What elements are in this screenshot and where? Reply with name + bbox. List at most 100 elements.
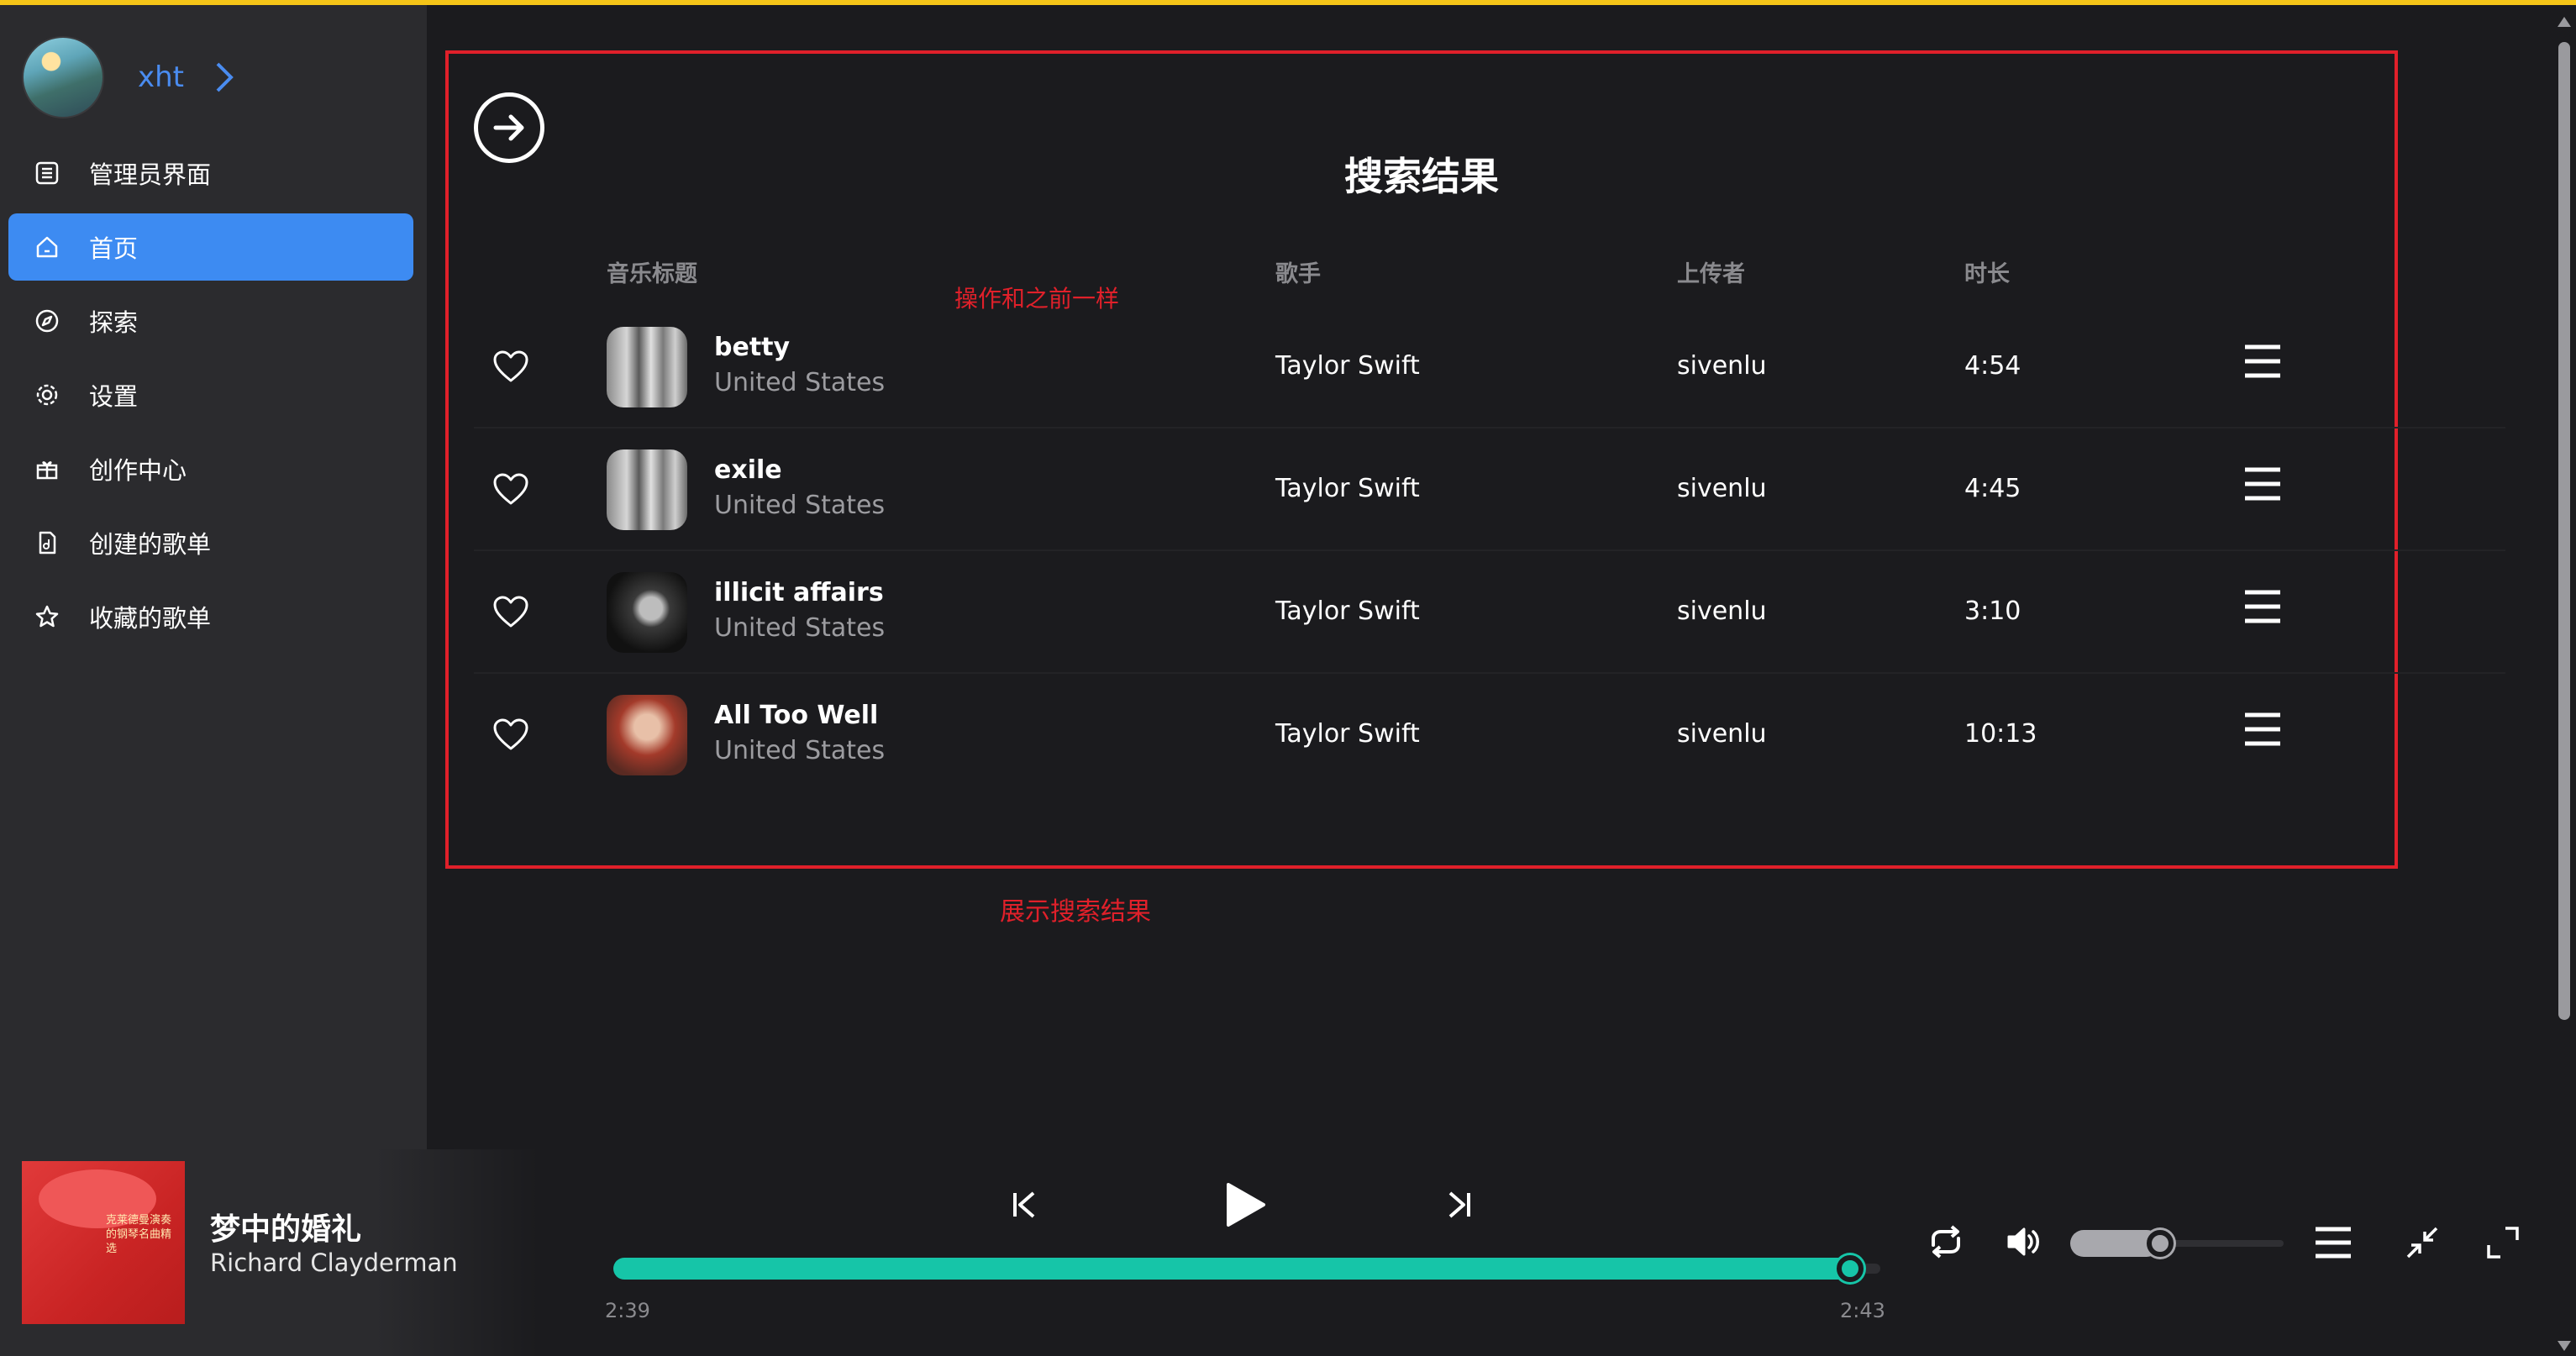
album-cover <box>607 695 687 775</box>
elapsed-time: 2:39 <box>605 1299 650 1322</box>
sidebar-item-label: 收藏的歌单 <box>89 604 212 633</box>
heart-icon[interactable] <box>492 595 529 628</box>
song-uploader: sivenlu <box>1677 474 1767 503</box>
gift-icon <box>34 455 60 482</box>
avatar[interactable] <box>22 36 104 118</box>
song-title[interactable]: exile <box>714 455 782 485</box>
song-title[interactable]: betty <box>714 333 790 362</box>
sidebar-item-label: 创作中心 <box>89 456 187 485</box>
song-duration: 4:45 <box>1964 474 2021 503</box>
menu-icon[interactable] <box>2243 343 2282 380</box>
song-artist[interactable]: Taylor Swift <box>1275 351 1420 381</box>
sidebar-item-label: 探索 <box>89 308 139 337</box>
table-row[interactable]: exile United States Taylor Swift sivenlu… <box>474 428 2505 551</box>
sidebar-item-label: 设置 <box>89 382 139 411</box>
sidebar-item-admin[interactable]: 管理员界面 <box>8 139 413 207</box>
progress-bar[interactable] <box>613 1255 1880 1282</box>
collapse-icon <box>2406 1227 2438 1259</box>
gear-icon <box>34 381 60 408</box>
page-scrollbar[interactable] <box>2552 5 2576 1356</box>
song-uploader: sivenlu <box>1677 351 1767 381</box>
volume-button[interactable] <box>2003 1220 2047 1264</box>
volume-slider[interactable] <box>2070 1230 2284 1257</box>
song-uploader: sivenlu <box>1677 719 1767 749</box>
repeat-button[interactable] <box>1924 1220 1968 1264</box>
compass-icon <box>34 307 60 334</box>
skip-next-icon <box>1448 1191 1470 1218</box>
minimize-player-button[interactable] <box>2401 1222 2443 1264</box>
song-region: United States <box>714 491 886 520</box>
volume-handle[interactable] <box>2146 1230 2174 1257</box>
document-icon <box>34 529 60 556</box>
column-header-artist[interactable]: 歌手 <box>1275 255 1321 288</box>
scroll-down-arrow[interactable] <box>2558 1341 2571 1351</box>
column-header-uploader[interactable]: 上传者 <box>1677 255 1745 288</box>
expand-icon <box>2487 1227 2519 1259</box>
song-title[interactable]: All Too Well <box>714 701 878 730</box>
sidebar-item-label: 首页 <box>89 234 139 263</box>
user-profile[interactable]: xht <box>22 35 239 119</box>
skip-previous-icon <box>1013 1191 1035 1218</box>
sidebar-item-created-playlists[interactable]: 创建的歌单 <box>8 509 413 576</box>
sidebar-item-explore[interactable]: 探索 <box>8 287 413 355</box>
playlist-button[interactable] <box>2312 1222 2354 1264</box>
next-button[interactable] <box>1438 1185 1479 1225</box>
album-cover <box>607 572 687 653</box>
song-region: United States <box>714 613 886 643</box>
sidebar-item-settings[interactable]: 设置 <box>8 361 413 428</box>
table-row[interactable]: betty United States Taylor Swift sivenlu… <box>474 306 2505 428</box>
star-icon <box>34 603 60 630</box>
play-button[interactable] <box>1220 1180 1270 1230</box>
menu-icon[interactable] <box>2243 465 2282 502</box>
cover-text: 克莱德曼演奏的钢琴名曲精选 <box>106 1214 172 1255</box>
list-icon <box>34 160 60 187</box>
table-row[interactable]: illicit affairs United States Taylor Swi… <box>474 551 2505 674</box>
column-header-duration[interactable]: 时长 <box>1964 255 2010 288</box>
sidebar-item-label: 管理员界面 <box>89 160 212 189</box>
total-time: 2:43 <box>1840 1299 1885 1322</box>
song-title[interactable]: illicit affairs <box>714 578 884 607</box>
scroll-up-arrow[interactable] <box>2558 17 2571 27</box>
now-playing-title[interactable]: 梦中的婚礼 <box>210 1205 361 1248</box>
fullscreen-button[interactable] <box>2482 1222 2524 1264</box>
menu-icon[interactable] <box>2243 588 2282 625</box>
sidebar-nav: 管理员界面 首页 探索 设置 创作中心 创建的歌单 收藏的歌单 <box>8 139 413 657</box>
now-playing: 克莱德曼演奏的钢琴名曲精选 梦中的婚礼 Richard Clayderman <box>0 1149 538 1356</box>
song-artist[interactable]: Taylor Swift <box>1275 719 1420 749</box>
menu-icon[interactable] <box>2243 711 2282 748</box>
progress-handle[interactable] <box>1836 1255 1864 1282</box>
album-cover <box>607 327 687 407</box>
song-region: United States <box>714 368 886 397</box>
username[interactable]: xht <box>138 60 184 94</box>
sidebar-item-creator[interactable]: 创作中心 <box>8 435 413 502</box>
song-duration: 10:13 <box>1964 719 2037 749</box>
song-duration: 3:10 <box>1964 597 2021 626</box>
previous-button[interactable] <box>1005 1185 1045 1225</box>
column-header-title[interactable]: 音乐标题 <box>607 255 697 288</box>
song-artist[interactable]: Taylor Swift <box>1275 597 1420 626</box>
chevron-right-icon[interactable] <box>209 60 239 94</box>
sidebar-item-favorite-playlists[interactable]: 收藏的歌单 <box>8 583 413 650</box>
now-playing-cover[interactable]: 克莱德曼演奏的钢琴名曲精选 <box>22 1161 185 1324</box>
play-icon <box>1227 1183 1265 1227</box>
song-region: United States <box>714 736 886 765</box>
sidebar-item-home[interactable]: 首页 <box>8 213 413 281</box>
heart-icon[interactable] <box>492 472 529 506</box>
repeat-icon <box>1932 1225 1960 1259</box>
search-results-panel: 搜索结果 音乐标题 歌手 上传者 时长 操作和之前一样 betty United… <box>445 50 2505 869</box>
table-row[interactable]: All Too Well United States Taylor Swift … <box>474 674 2505 796</box>
scroll-thumb[interactable] <box>2558 42 2570 1020</box>
sidebar: xht 管理员界面 首页 探索 设置 创作中心 创建的歌单 收藏的歌单 <box>0 5 427 1149</box>
annotation-show-results-note: 展示搜索结果 <box>1000 897 1151 927</box>
arrow-right-icon <box>493 114 524 141</box>
song-artist[interactable]: Taylor Swift <box>1275 474 1420 503</box>
now-playing-artist[interactable]: Richard Clayderman <box>210 1248 458 1277</box>
page-title: 搜索结果 <box>1344 154 1499 199</box>
heart-icon[interactable] <box>492 350 529 383</box>
heart-icon[interactable] <box>492 717 529 751</box>
progress-fill <box>613 1258 1850 1280</box>
volume-icon <box>2007 1227 2039 1256</box>
home-icon <box>34 234 60 260</box>
player-bar: 克莱德曼演奏的钢琴名曲精选 梦中的婚礼 Richard Clayderman 2… <box>0 1149 2552 1356</box>
album-cover <box>607 449 687 530</box>
